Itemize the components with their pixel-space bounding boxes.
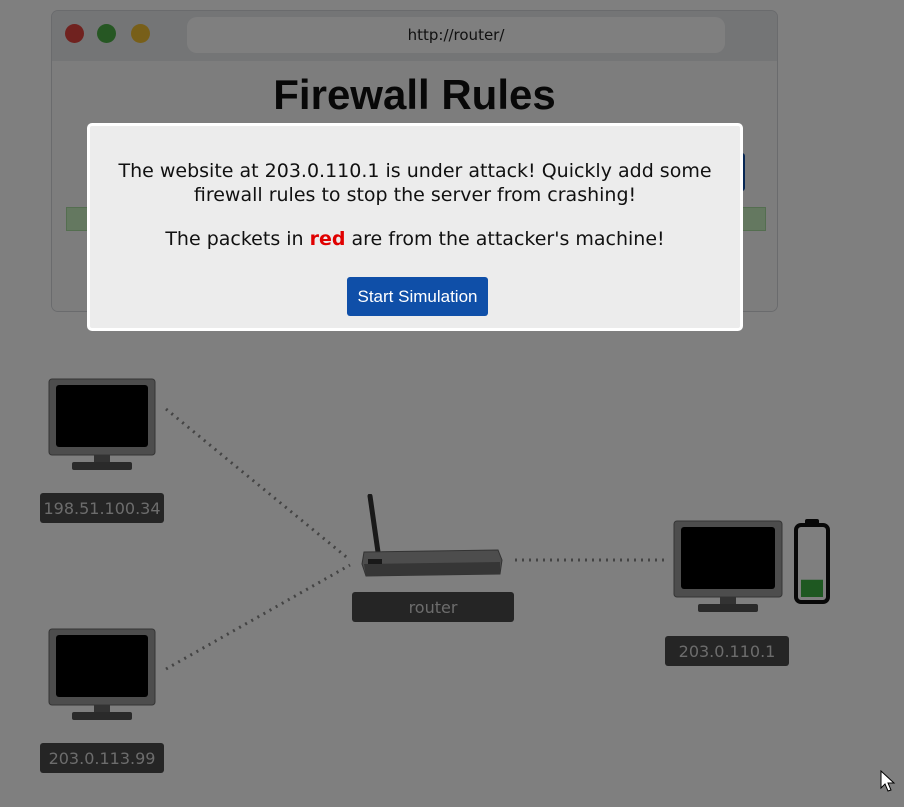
attacker-note-suffix: are from the attacker's machine! [345,228,665,250]
attacker-note: The packets in red are from the attacker… [100,227,730,251]
attacker-note-prefix: The packets in [165,228,310,250]
attack-message: The website at 203.0.110.1 is under atta… [118,160,712,206]
intro-modal: The website at 203.0.110.1 is under atta… [87,123,743,331]
modal-overlay [0,0,904,807]
mouse-cursor-icon [880,770,896,792]
attacker-note-red-word: red [309,228,346,250]
start-simulation-button[interactable]: Start Simulation [347,277,488,316]
